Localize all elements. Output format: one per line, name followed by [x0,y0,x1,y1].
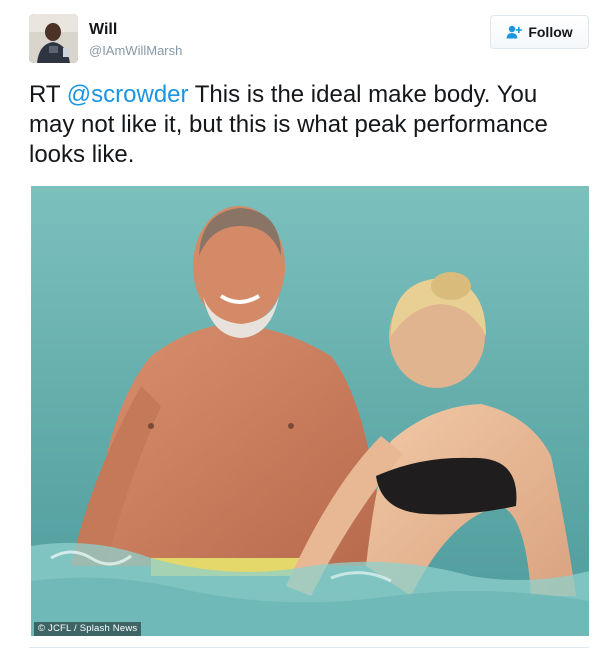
follow-button-label: Follow [528,24,573,40]
author-handle[interactable]: @IAmWillMarsh [89,43,182,59]
add-user-icon [506,25,523,39]
follow-button[interactable]: Follow [490,15,589,49]
tweet-photo[interactable] [31,186,589,636]
avatar-image [29,14,78,63]
mention-link[interactable]: @scrowder [67,81,189,108]
beach-photo [31,186,589,636]
photo-credit: © JCFL / Splash News [34,622,142,636]
retweet-prefix: RT [29,81,67,108]
author-name[interactable]: Will [89,21,117,39]
tweet-card: Will @IAmWillMarsh Follow RT @scrowder T… [0,0,607,650]
user-avatar[interactable] [29,14,78,63]
divider [29,647,589,648]
tweet-text: RT @scrowder This is the ideal make body… [29,80,589,170]
